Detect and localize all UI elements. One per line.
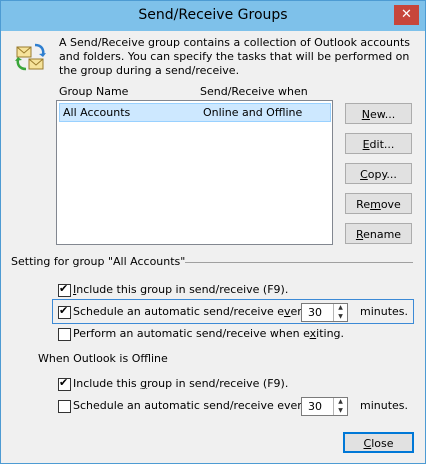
new-button-accel: N — [361, 108, 370, 121]
spin-down-icon[interactable]: ▼ — [334, 313, 347, 321]
send-receive-when-cell: Online and Offline — [203, 106, 303, 119]
remove-button-label-pre: Re — [356, 198, 371, 211]
online-perform-on-exit-checkbox[interactable] — [58, 328, 71, 341]
column-header-group-name[interactable]: Group Name — [59, 85, 128, 98]
online-include-label-post: nclude this group in send/receive (F9). — [76, 283, 289, 296]
column-header-send-receive-when[interactable]: Send/Receive when — [200, 85, 308, 98]
remove-button[interactable]: Remove — [345, 193, 412, 214]
close-button-label-post: lose — [371, 437, 394, 450]
edit-button-accel: E — [362, 138, 370, 151]
title-bar: Send/Receive Groups ✕ — [1, 1, 425, 31]
description-text: A Send/Receive group contains a collecti… — [59, 36, 410, 77]
offline-include-label-pre: Include this — [73, 377, 141, 390]
send-receive-groups-icon — [15, 43, 46, 71]
spin-down-icon[interactable]: ▼ — [334, 407, 347, 415]
offline-minutes-arrows[interactable]: ▲ ▼ — [333, 398, 347, 415]
online-perform-label-post: iting. — [316, 327, 345, 340]
online-include-label[interactable]: Include this group in send/receive (F9). — [73, 283, 288, 296]
offline-minutes-label: minutes. — [360, 399, 409, 412]
online-perform-on-exit-label[interactable]: Perform an automatic send/receive when e… — [73, 327, 344, 340]
online-section-heading: Setting for group "All Accounts" — [11, 255, 186, 268]
online-schedule-checkbox[interactable] — [58, 304, 71, 319]
online-section-divider — [185, 262, 413, 263]
copy-button-label-post: opy... — [367, 168, 397, 181]
rename-button-label-post: ename — [363, 228, 402, 241]
group-name-cell: All Accounts — [63, 106, 131, 119]
online-minutes-label: minutes. — [360, 305, 409, 318]
edit-button-label-post: dit... — [369, 138, 395, 151]
copy-button-accel: C — [360, 168, 368, 181]
online-schedule-label-pre: Schedule an automatic send/receive e — [73, 305, 284, 318]
online-minutes-spinner[interactable]: ▲ ▼ — [301, 303, 348, 322]
remove-button-label-post: ove — [380, 198, 401, 211]
offline-include-label[interactable]: Include this group in send/receive (F9). — [73, 377, 288, 390]
offline-schedule-label[interactable]: Schedule an automatic send/receive every… — [73, 399, 319, 412]
new-button-label-post: ew... — [369, 108, 396, 121]
online-perform-label-pre: Perform an automatic send/receive when e — [73, 327, 310, 340]
list-item[interactable]: All Accounts Online and Offline — [59, 103, 331, 122]
send-receive-groups-dialog: Send/Receive Groups ✕ A Send/Receive gro… — [0, 0, 426, 464]
rename-button[interactable]: Rename — [345, 223, 412, 244]
edit-button[interactable]: Edit... — [345, 133, 412, 154]
online-schedule-label[interactable]: Schedule an automatic send/receive every — [73, 305, 308, 318]
offline-schedule-label-pre: Schedule an automatic send/receive every — [73, 399, 312, 412]
close-button[interactable]: Close — [343, 432, 414, 453]
offline-include-checkbox[interactable] — [58, 376, 71, 391]
offline-minutes-spinner[interactable]: ▲ ▼ — [301, 397, 348, 416]
spin-up-icon[interactable]: ▲ — [334, 304, 347, 312]
online-include-checkbox[interactable] — [58, 282, 71, 297]
offline-section-heading: When Outlook is Offline — [38, 352, 168, 365]
spin-up-icon[interactable]: ▲ — [334, 398, 347, 406]
close-window-icon[interactable]: ✕ — [394, 5, 419, 25]
offline-include-label-post: roup in send/receive (F9). — [147, 377, 289, 390]
groups-list[interactable]: All Accounts Online and Offline — [56, 100, 333, 245]
new-button[interactable]: New... — [345, 103, 412, 124]
offline-schedule-checkbox[interactable] — [58, 400, 71, 413]
online-minutes-arrows[interactable]: ▲ ▼ — [333, 304, 347, 321]
copy-button[interactable]: Copy... — [345, 163, 412, 184]
remove-button-accel: m — [370, 198, 381, 211]
window-title: Send/Receive Groups — [138, 7, 288, 23]
